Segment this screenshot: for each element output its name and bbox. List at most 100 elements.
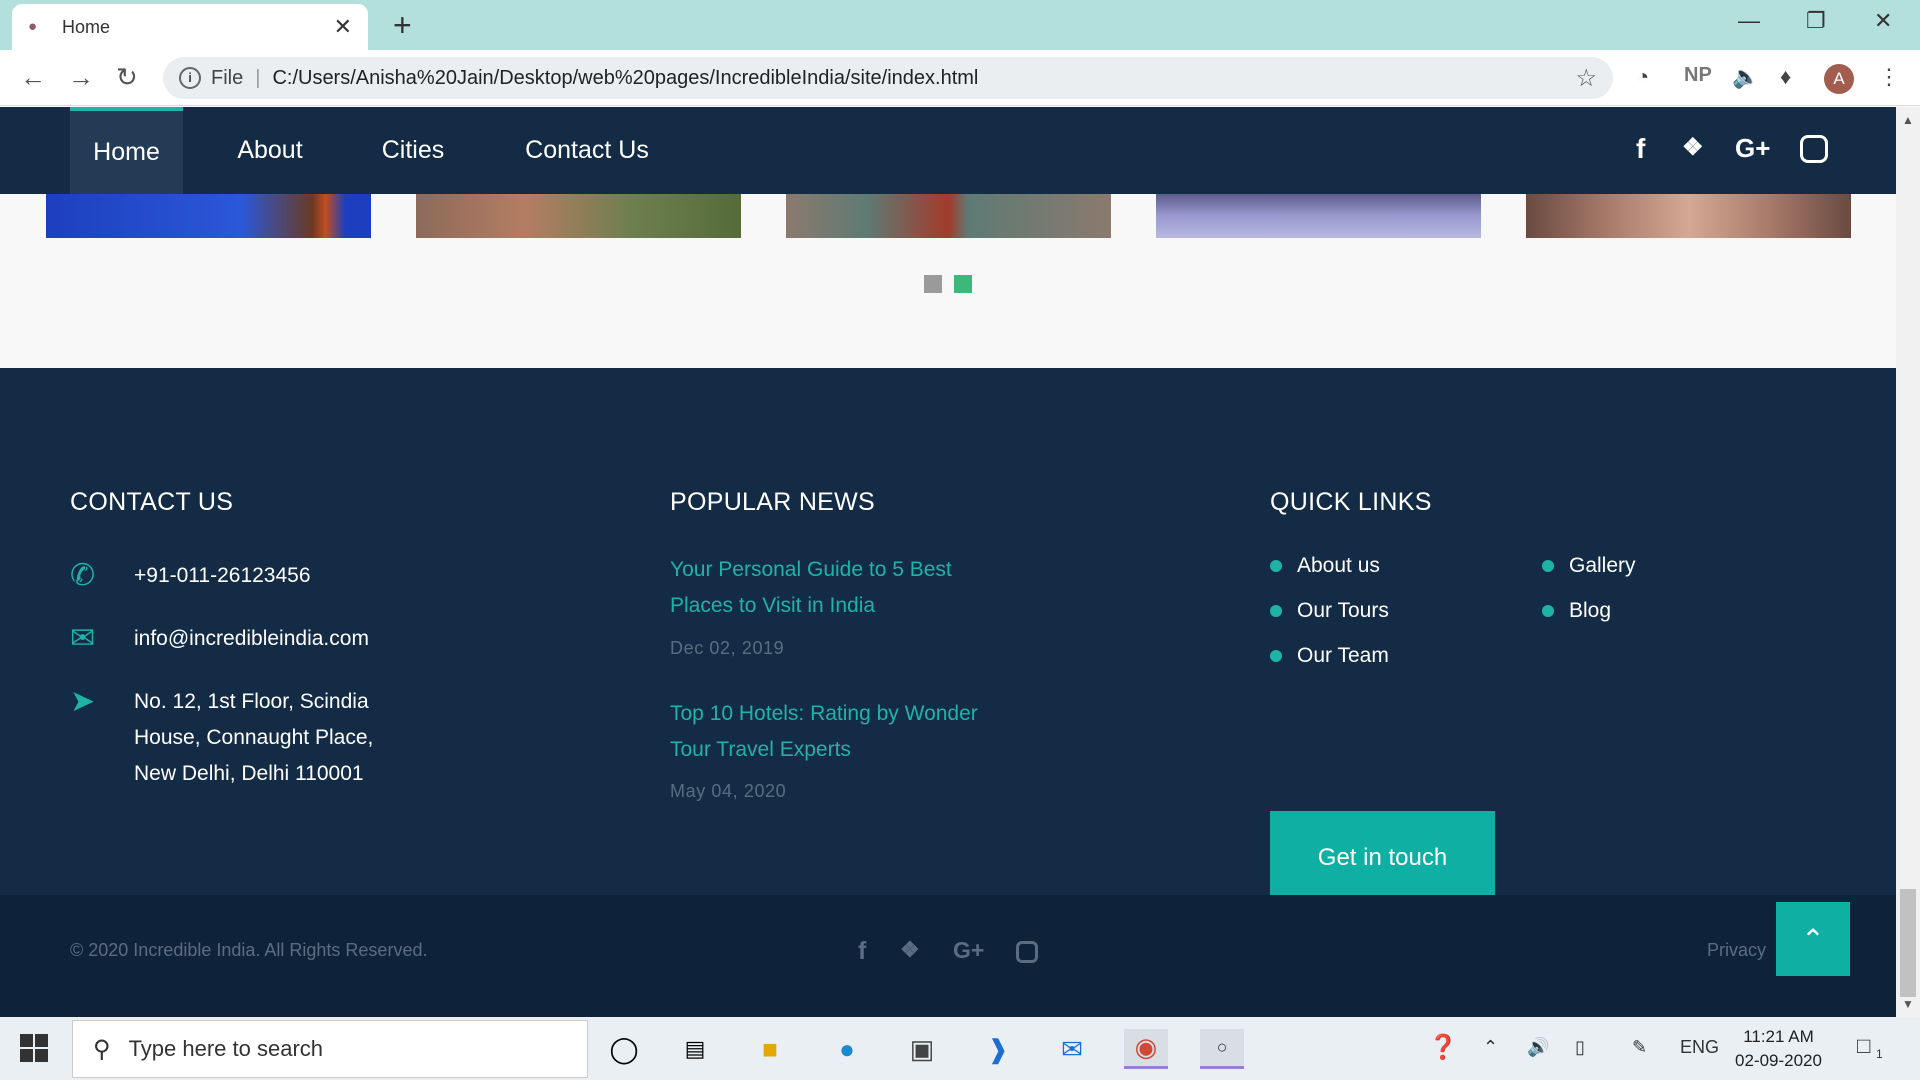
privacy-link[interactable]: Privacy bbox=[1707, 940, 1766, 961]
quick-link-gallery[interactable]: Gallery bbox=[1542, 554, 1636, 578]
quick-link-about-us[interactable]: About us bbox=[1270, 554, 1380, 578]
cortana-icon[interactable]: ◯ bbox=[602, 1029, 646, 1069]
speedometer-extension-icon[interactable]: ◔ bbox=[1636, 64, 1649, 90]
forward-arrow-icon[interactable]: → bbox=[68, 62, 94, 93]
tray-chevron-up-icon[interactable]: ⌃ bbox=[1483, 1037, 1498, 1058]
volume-icon[interactable]: 🔊 bbox=[1527, 1037, 1549, 1058]
address-line: New Delhi, Delhi 110001 bbox=[134, 762, 364, 785]
bullet-icon bbox=[1542, 605, 1554, 617]
chrome-icon[interactable]: ◉ bbox=[1124, 1029, 1168, 1069]
twitter-icon[interactable]: ❖ bbox=[900, 937, 920, 963]
quick-link-our-team[interactable]: Our Team bbox=[1270, 644, 1389, 668]
info-icon[interactable]: i bbox=[179, 67, 201, 89]
gallery-thumbnail[interactable] bbox=[1156, 194, 1481, 238]
contact-phone-row: ✆ +91-011-26123456 bbox=[70, 558, 311, 594]
browser-toolbar: ← → ↻ i File | C:/Users/Anisha%20Jain/De… bbox=[0, 50, 1920, 106]
battery-icon[interactable]: ▯ bbox=[1575, 1037, 1585, 1058]
tab-title: Home bbox=[62, 16, 111, 37]
nav-home[interactable]: Home bbox=[70, 107, 183, 194]
menu-kebab-icon[interactable]: ⋮ bbox=[1878, 64, 1900, 90]
news-title-line: Tour Travel Experts bbox=[670, 738, 851, 761]
bookmark-star-icon[interactable]: ☆ bbox=[1575, 64, 1597, 93]
get-in-touch-button[interactable]: Get in touch bbox=[1270, 811, 1495, 905]
news-link[interactable]: Your Personal Guide to 5 Best Places to … bbox=[670, 552, 1010, 624]
pen-icon[interactable]: ✎ bbox=[1632, 1037, 1647, 1058]
url-scheme-label: File bbox=[211, 66, 244, 89]
restore-button[interactable]: ❐ bbox=[1806, 8, 1826, 34]
copyright-text: © 2020 Incredible India. All Rights Rese… bbox=[70, 940, 428, 960]
scroll-down-arrow-icon[interactable]: ▼ bbox=[1902, 997, 1914, 1011]
facebook-icon[interactable]: f bbox=[858, 937, 866, 966]
bullet-icon bbox=[1270, 560, 1282, 572]
facebook-icon[interactable]: f bbox=[1636, 133, 1645, 165]
envelope-icon: ✉ bbox=[70, 622, 96, 655]
gallery-thumbnail[interactable] bbox=[46, 194, 371, 238]
edge-browser-icon[interactable]: ● bbox=[825, 1029, 869, 1069]
nav-cities[interactable]: Cities bbox=[357, 107, 469, 194]
page-scrollbar[interactable]: ▲ ▼ bbox=[1896, 107, 1920, 1017]
language-indicator[interactable]: ENG bbox=[1680, 1037, 1719, 1058]
instagram-icon[interactable] bbox=[1016, 941, 1038, 963]
app-circle-icon[interactable]: ○ bbox=[1200, 1029, 1244, 1069]
address-bar[interactable]: i File | C:/Users/Anisha%20Jain/Desktop/… bbox=[163, 57, 1613, 99]
google-plus-icon[interactable]: G+ bbox=[1735, 133, 1770, 164]
quick-link-label: About us bbox=[1297, 554, 1380, 577]
taskbar-search-box[interactable]: ⚲ Type here to search bbox=[72, 1020, 588, 1078]
reload-icon[interactable]: ↻ bbox=[116, 62, 138, 93]
nav-about[interactable]: About bbox=[208, 107, 332, 194]
location-arrow-icon: ➤ bbox=[70, 685, 96, 718]
gallery-thumbnail[interactable] bbox=[416, 194, 741, 238]
taskbar-clock[interactable]: 11:21 AM 02-09-2020 bbox=[1735, 1025, 1822, 1073]
task-view-icon[interactable]: ▤ bbox=[673, 1029, 717, 1069]
quick-links-heading: QUICK LINKS bbox=[1270, 488, 1432, 516]
np-extension-icon[interactable]: NP bbox=[1684, 64, 1712, 87]
site-footer: CONTACT US ✆ +91-011-26123456 ✉ info@inc… bbox=[0, 368, 1896, 905]
vscode-icon[interactable]: ❱ bbox=[976, 1029, 1020, 1069]
quick-link-our-tours[interactable]: Our Tours bbox=[1270, 599, 1389, 623]
contact-address: No. 12, 1st Floor, Scindia House, Connau… bbox=[134, 684, 373, 792]
carousel-dot-active[interactable] bbox=[954, 275, 972, 293]
footer-bottom-bar: © 2020 Incredible India. All Rights Rese… bbox=[0, 895, 1896, 1017]
microsoft-store-icon[interactable]: ▣ bbox=[900, 1029, 944, 1069]
chevron-up-icon: ⌃ bbox=[1801, 923, 1825, 955]
search-icon: ⚲ bbox=[93, 1035, 111, 1063]
profile-avatar[interactable]: A bbox=[1824, 64, 1854, 94]
gallery-thumbnail[interactable] bbox=[1526, 194, 1851, 238]
twitter-icon[interactable]: ❖ bbox=[1682, 133, 1704, 162]
gallery-thumbnail[interactable] bbox=[786, 194, 1111, 238]
contact-email[interactable]: info@incredibleindia.com bbox=[134, 621, 369, 657]
close-window-button[interactable]: ✕ bbox=[1874, 8, 1892, 34]
help-icon[interactable]: ❓ bbox=[1428, 1033, 1458, 1062]
nav-contact-us[interactable]: Contact Us bbox=[494, 107, 680, 194]
location-pin-icon: ● bbox=[28, 18, 38, 35]
notification-center-icon[interactable]: □ bbox=[1857, 1033, 1870, 1059]
scroll-to-top-button[interactable]: ⌃ bbox=[1776, 902, 1850, 976]
taskbar-search-placeholder: Type here to search bbox=[128, 1036, 324, 1061]
close-tab-icon[interactable]: ✕ bbox=[334, 14, 352, 40]
url-separator: | bbox=[255, 66, 261, 89]
scrollbar-thumb[interactable] bbox=[1900, 889, 1916, 997]
news-title-line: Places to Visit in India bbox=[670, 594, 876, 617]
quick-link-label: Our Team bbox=[1297, 644, 1389, 667]
mail-icon[interactable]: ✉ bbox=[1050, 1029, 1094, 1069]
google-plus-icon[interactable]: G+ bbox=[953, 937, 984, 964]
extensions-puzzle-icon[interactable]: ♦ bbox=[1780, 64, 1791, 90]
new-tab-button[interactable]: + bbox=[393, 8, 412, 42]
quick-link-blog[interactable]: Blog bbox=[1542, 599, 1611, 623]
mute-tab-icon[interactable]: 🔈 bbox=[1732, 64, 1759, 90]
back-arrow-icon[interactable]: ← bbox=[20, 62, 46, 93]
gallery-strip bbox=[0, 194, 1896, 244]
news-title-line: Your Personal Guide to 5 Best bbox=[670, 558, 952, 581]
address-line: No. 12, 1st Floor, Scindia bbox=[134, 690, 369, 713]
news-link[interactable]: Top 10 Hotels: Rating by Wonder Tour Tra… bbox=[670, 696, 1010, 768]
browser-tab[interactable]: ● Home ✕ bbox=[12, 4, 368, 50]
instagram-icon[interactable] bbox=[1800, 135, 1828, 163]
clock-date: 02-09-2020 bbox=[1735, 1051, 1822, 1070]
windows-start-icon[interactable] bbox=[20, 1034, 50, 1064]
file-explorer-icon[interactable]: ■ bbox=[748, 1029, 792, 1069]
minimize-button[interactable]: — bbox=[1738, 8, 1760, 34]
scroll-up-arrow-icon[interactable]: ▲ bbox=[1902, 113, 1914, 127]
contact-heading: CONTACT US bbox=[70, 488, 234, 516]
carousel-dot[interactable] bbox=[924, 275, 942, 293]
news-date: May 04, 2020 bbox=[670, 781, 787, 801]
